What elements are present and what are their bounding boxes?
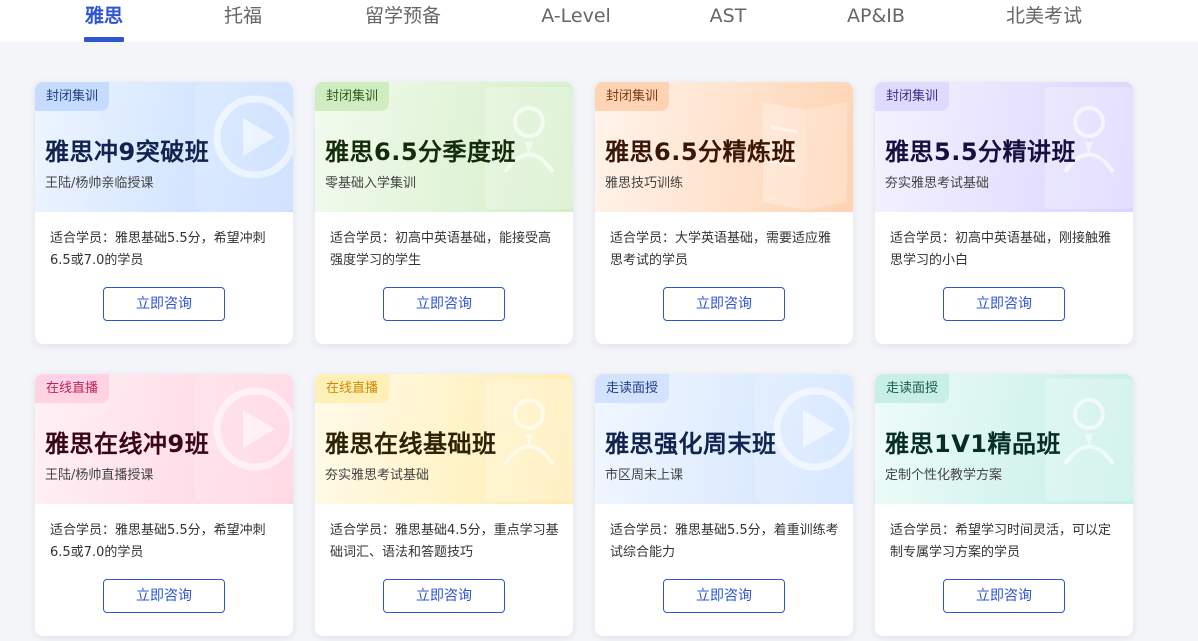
course-type-tag: 走读面授: [875, 374, 950, 403]
tab-ap-ib[interactable]: AP&IB: [842, 0, 910, 42]
course-subtitle: 夯实雅思考试基础: [325, 468, 430, 483]
course-title: 雅思在线基础班: [325, 430, 497, 458]
course-card: 封闭集训 雅思冲9突破班 王陆/杨帅亲临授课 适合学员：雅思基础5.5分，希望冲…: [35, 82, 293, 344]
consult-button[interactable]: 立即咨询: [383, 579, 505, 613]
course-card-header: 封闭集训 雅思6.5分季度班 零基础入学集训: [315, 82, 573, 212]
consult-button[interactable]: 立即咨询: [103, 579, 225, 613]
course-description: 适合学员：雅思基础5.5分，着重训练考试综合能力: [610, 523, 839, 560]
course-card: 在线直播 雅思在线基础班 夯实雅思考试基础 适合学员：雅思基础4.5分，重点学习…: [315, 374, 573, 636]
play-icon: [195, 82, 293, 212]
consult-button[interactable]: 立即咨询: [103, 287, 225, 321]
active-tab-underline: [84, 37, 124, 42]
course-category-tabs: 雅思 托福 留学预备 A-Level AST AP&IB 北美考试: [0, 0, 1198, 42]
course-description: 适合学员：雅思基础5.5分，希望冲刺6.5或7.0的学员: [50, 231, 266, 268]
course-description: 适合学员：雅思基础5.5分，希望冲刺6.5或7.0的学员: [50, 523, 266, 560]
course-title: 雅思冲9突破班: [45, 138, 210, 166]
course-card-header: 走读面授 雅思强化周末班 市区周末上课: [595, 374, 853, 504]
course-type-tag: 走读面授: [595, 374, 670, 403]
play-icon: [195, 374, 293, 504]
consult-button[interactable]: 立即咨询: [663, 579, 785, 613]
consult-button[interactable]: 立即咨询: [663, 287, 785, 321]
consult-button[interactable]: 立即咨询: [943, 579, 1065, 613]
course-title: 雅思6.5分精炼班: [605, 138, 797, 166]
tab-label: A-Level: [541, 5, 611, 27]
course-description: 适合学员：雅思基础4.5分，重点学习基础词汇、语法和答题技巧: [330, 523, 559, 560]
course-title: 雅思1V1精品班: [885, 430, 1061, 458]
course-description: 适合学员：初高中英语基础，能接受高强度学习的学生: [330, 231, 552, 268]
course-card-header: 在线直播 雅思在线冲9班 王陆/杨帅直播授课: [35, 374, 293, 504]
course-description: 适合学员：大学英语基础，需要适应雅思考试的学员: [610, 231, 832, 268]
course-subtitle: 雅思技巧训练: [605, 176, 684, 191]
course-subtitle: 零基础入学集训: [325, 176, 417, 191]
course-description: 适合学员：初高中英语基础，刚接触雅思学习的小白: [890, 231, 1112, 268]
tab-label: AP&IB: [847, 5, 905, 27]
course-description: 适合学员：希望学习时间灵活，可以定制专属学习方案的学员: [890, 523, 1112, 560]
tab-label: AST: [709, 5, 747, 27]
tab-label: 雅思: [84, 5, 123, 27]
tab-study-abroad-prep[interactable]: 留学预备: [358, 0, 448, 42]
tab-label: 托福: [223, 5, 262, 27]
course-title: 雅思6.5分季度班: [325, 138, 517, 166]
course-type-tag: 封闭集训: [875, 82, 950, 111]
tab-label: 北美考试: [1005, 5, 1082, 27]
course-card-header: 封闭集训 雅思冲9突破班 王陆/杨帅亲临授课: [35, 82, 293, 212]
course-type-tag: 在线直播: [35, 374, 110, 403]
course-subtitle: 王陆/杨帅亲临授课: [45, 176, 154, 191]
consult-button[interactable]: 立即咨询: [383, 287, 505, 321]
course-card-header: 在线直播 雅思在线基础班 夯实雅思考试基础: [315, 374, 573, 504]
course-type-tag: 封闭集训: [35, 82, 110, 111]
course-subtitle: 王陆/杨帅直播授课: [45, 468, 154, 483]
tab-label: 留学预备: [364, 5, 441, 27]
course-type-tag: 封闭集训: [315, 82, 390, 111]
course-subtitle: 市区周末上课: [605, 468, 684, 483]
course-type-tag: 封闭集训: [595, 82, 670, 111]
tab-ielts[interactable]: 雅思: [84, 0, 124, 42]
course-card-header: 封闭集训 雅思5.5分精讲班 夯实雅思考试基础: [875, 82, 1133, 212]
tab-a-level[interactable]: A-Level: [536, 0, 616, 42]
course-card-header: 走读面授 雅思1V1精品班 定制个性化教学方案: [875, 374, 1133, 504]
course-card: 封闭集训 雅思6.5分精炼班 雅思技巧训练 适合学员：大学英语基础，需要适应雅思…: [595, 82, 853, 344]
course-card: 走读面授 雅思强化周末班 市区周末上课 适合学员：雅思基础5.5分，着重训练考试…: [595, 374, 853, 636]
tab-ast[interactable]: AST: [704, 0, 752, 42]
consult-button[interactable]: 立即咨询: [943, 287, 1065, 321]
course-title: 雅思强化周末班: [605, 430, 777, 458]
course-card: 走读面授 雅思1V1精品班 定制个性化教学方案 适合学员：希望学习时间灵活，可以…: [875, 374, 1133, 636]
tab-toefl[interactable]: 托福: [222, 0, 264, 42]
tab-north-america-exams[interactable]: 北美考试: [998, 0, 1090, 42]
course-title: 雅思5.5分精讲班: [885, 138, 1077, 166]
course-card: 封闭集训 雅思5.5分精讲班 夯实雅思考试基础 适合学员：初高中英语基础，刚接触…: [875, 82, 1133, 344]
course-subtitle: 夯实雅思考试基础: [885, 176, 990, 191]
course-card: 在线直播 雅思在线冲9班 王陆/杨帅直播授课 适合学员：雅思基础5.5分，希望冲…: [35, 374, 293, 636]
course-card: 封闭集训 雅思6.5分季度班 零基础入学集训 适合学员：初高中英语基础，能接受高…: [315, 82, 573, 344]
course-type-tag: 在线直播: [315, 374, 390, 403]
course-subtitle: 定制个性化教学方案: [885, 468, 1003, 483]
course-card-header: 封闭集训 雅思6.5分精炼班 雅思技巧训练: [595, 82, 853, 212]
course-title: 雅思在线冲9班: [45, 430, 210, 458]
